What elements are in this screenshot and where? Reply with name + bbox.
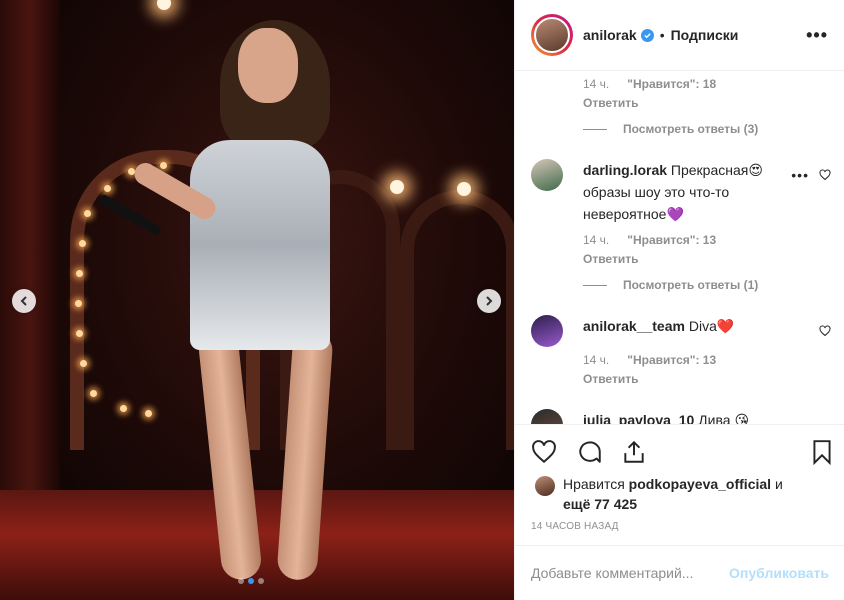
separator: • xyxy=(659,27,665,43)
verified-icon xyxy=(640,28,654,42)
share-icon[interactable] xyxy=(621,439,647,465)
post-actions xyxy=(515,424,844,474)
stage-bulb xyxy=(90,390,97,397)
comment-options-button[interactable]: ••• xyxy=(791,167,809,183)
comment-time: 14 ч. xyxy=(583,353,610,367)
carousel-next-button[interactable] xyxy=(477,289,501,313)
stage-spotlight xyxy=(457,182,471,196)
chevron-left-icon xyxy=(20,296,27,306)
stage-bulb xyxy=(84,210,91,217)
publish-button[interactable]: Опубликовать xyxy=(729,565,829,581)
comment-time: 14 ч. xyxy=(583,233,610,247)
comment-username[interactable]: darling.lorak xyxy=(583,162,667,178)
heart-icon[interactable] xyxy=(819,169,831,181)
reply-button[interactable]: Ответить xyxy=(583,372,638,386)
reply-button[interactable]: Ответить xyxy=(583,96,638,110)
reply-button[interactable]: Ответить xyxy=(583,252,638,266)
post-side-panel: anilorak • Подписки ••• 14 ч. "Нравится":… xyxy=(514,0,844,600)
carousel-dot xyxy=(238,578,244,584)
carousel-indicator xyxy=(238,578,264,584)
comment-meta: 14 ч. "Нравится": 18 xyxy=(583,77,716,91)
comment-item: anilorak__team Diva❤️ xyxy=(531,315,831,355)
divider xyxy=(583,284,607,286)
post-photo[interactable] xyxy=(0,0,514,600)
comment-text: darling.lorak Прекрасная😍 образы шоу это… xyxy=(583,159,793,225)
divider xyxy=(583,128,607,130)
view-replies-button[interactable]: Посмотреть ответы (3) xyxy=(583,122,758,136)
stage-spotlight xyxy=(390,180,404,194)
stage-bulb xyxy=(120,405,127,412)
stage-bulb xyxy=(80,360,87,367)
stage-arch xyxy=(400,190,514,450)
comment-meta: 14 ч. "Нравится": 13 xyxy=(583,353,716,367)
stage-bulb xyxy=(104,185,111,192)
comment-time: 14 ч. xyxy=(583,77,610,91)
comment-icon[interactable] xyxy=(577,439,603,465)
comment-item: julia_pavlova_10 Дива 😘 Богиня xyxy=(531,409,831,424)
bookmark-icon[interactable] xyxy=(809,439,835,465)
avatar[interactable] xyxy=(531,315,563,347)
more-options-button[interactable]: ••• xyxy=(806,25,828,46)
heart-icon[interactable] xyxy=(531,439,557,465)
comment-input[interactable]: Добавьте комментарий... xyxy=(531,565,693,581)
comment-likes[interactable]: "Нравится": 18 xyxy=(627,77,716,91)
avatar[interactable] xyxy=(531,409,563,424)
comments-list[interactable]: 14 ч. "Нравится": 18 Ответить Посмотреть … xyxy=(515,71,844,424)
story-ring[interactable] xyxy=(531,14,573,56)
performer xyxy=(97,10,380,600)
view-replies-button[interactable]: Посмотреть ответы (1) xyxy=(583,278,758,292)
comment-username[interactable]: anilorak__team xyxy=(583,318,685,334)
sequin-dress xyxy=(190,140,330,350)
post-timestamp[interactable]: 14 часов назад xyxy=(531,521,619,532)
stage-bulb xyxy=(75,300,82,307)
comment-username[interactable]: julia_pavlova_10 xyxy=(583,412,694,424)
carousel-dot xyxy=(248,578,254,584)
heart-icon[interactable] xyxy=(819,325,831,337)
carousel-prev-button[interactable] xyxy=(12,289,36,313)
comment-body: Diva❤️ xyxy=(688,318,735,334)
comment-form: Добавьте комментарий... Опубликовать xyxy=(515,545,844,600)
carousel-dot xyxy=(258,578,264,584)
chevron-right-icon xyxy=(486,296,493,306)
post-header: anilorak • Подписки ••• xyxy=(515,0,844,71)
avatar[interactable] xyxy=(535,476,555,496)
avatar[interactable] xyxy=(534,17,570,53)
avatar[interactable] xyxy=(531,159,563,191)
following-button[interactable]: Подписки xyxy=(671,27,739,43)
stage-bulb xyxy=(76,330,83,337)
stage-bulb xyxy=(76,270,83,277)
comment-likes[interactable]: "Нравится": 13 xyxy=(627,353,716,367)
post-username[interactable]: anilorak xyxy=(583,27,637,43)
comment-text: anilorak__team Diva❤️ xyxy=(583,315,793,337)
comment-text: julia_pavlova_10 Дива 😘 Богиня xyxy=(583,409,793,424)
comment-likes[interactable]: "Нравится": 13 xyxy=(627,233,716,247)
comment-meta: 14 ч. "Нравится": 13 xyxy=(583,233,716,247)
stage-spotlight xyxy=(157,0,171,10)
likes-count[interactable]: ещё 77 425 xyxy=(563,496,637,512)
stage-bulb xyxy=(79,240,86,247)
liker-username[interactable]: podkopayeva_official xyxy=(629,476,771,492)
